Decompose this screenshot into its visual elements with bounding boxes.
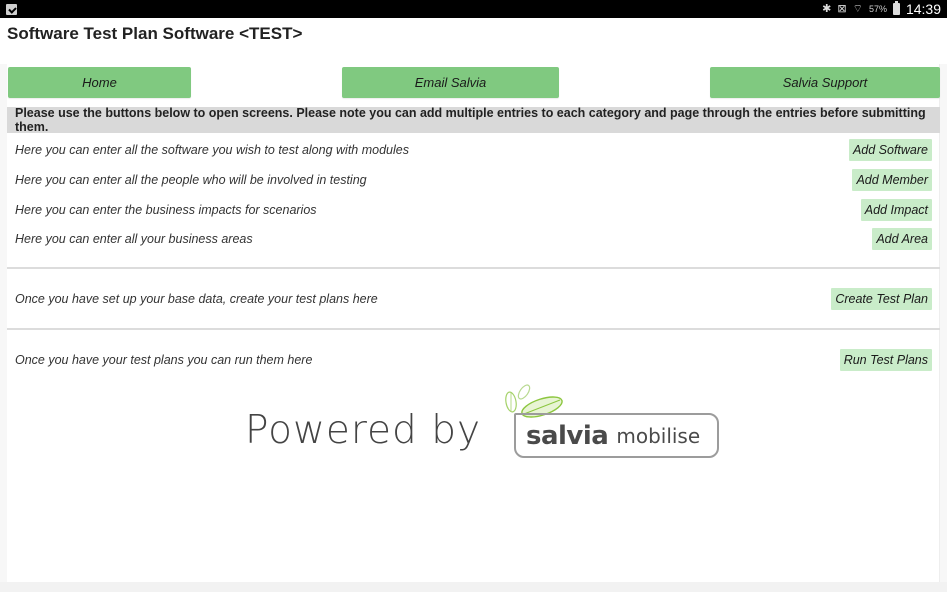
row-description: Here you can enter all the software you … bbox=[15, 143, 409, 157]
row-description: Once you have set up your base data, cre… bbox=[15, 292, 378, 306]
create-test-plan-button[interactable]: Create Test Plan bbox=[831, 288, 932, 310]
row-run-test-plans: Once you have your test plans you can ru… bbox=[7, 347, 940, 373]
row-description: Here you can enter the business impacts … bbox=[15, 203, 317, 217]
frame-right bbox=[940, 64, 947, 582]
row-add-software: Here you can enter all the software you … bbox=[7, 137, 940, 163]
powered-by-logo: Powered by salvia mobilise bbox=[237, 382, 727, 467]
row-description: Here you can enter all your business are… bbox=[15, 232, 253, 246]
powered-by-text: Powered by bbox=[245, 408, 482, 453]
add-impact-button[interactable]: Add Impact bbox=[860, 199, 932, 221]
add-software-button[interactable]: Add Software bbox=[848, 139, 932, 161]
divider bbox=[7, 328, 940, 330]
brand-secondary: mobilise bbox=[616, 423, 701, 448]
app-window: Software Test Plan Software <TEST> Home … bbox=[0, 18, 947, 592]
app-title: Software Test Plan Software <TEST> bbox=[7, 24, 303, 43]
divider bbox=[7, 267, 940, 269]
email-salvia-button[interactable]: Email Salvia bbox=[342, 67, 559, 98]
clock: 14:39 bbox=[905, 1, 941, 17]
status-bar: ✱ ⊠ ⌔ 57% 14:39 bbox=[0, 0, 947, 18]
wifi-icon: ⌔ bbox=[852, 2, 863, 15]
battery-icon bbox=[892, 1, 900, 15]
frame-left bbox=[0, 64, 7, 582]
run-test-plans-button[interactable]: Run Test Plans bbox=[839, 349, 932, 371]
home-button[interactable]: Home bbox=[8, 67, 191, 98]
main-content: Home Email Salvia Salvia Support Please … bbox=[7, 64, 940, 582]
row-add-impact: Here you can enter the business impacts … bbox=[7, 197, 940, 223]
vibrate-mute-icon: ⊠ bbox=[837, 2, 847, 15]
brand-primary: salvia bbox=[526, 420, 609, 451]
clipboard-check-icon bbox=[6, 3, 17, 15]
frame-bottom bbox=[0, 582, 947, 592]
bluetooth-icon: ✱ bbox=[822, 2, 832, 15]
salvia-mobilise-logo: salvia mobilise bbox=[514, 413, 719, 458]
info-banner: Please use the buttons below to open scr… bbox=[7, 106, 940, 134]
battery-percent: 57% bbox=[868, 4, 887, 14]
row-create-test-plan: Once you have set up your base data, cre… bbox=[7, 286, 940, 312]
row-description: Once you have your test plans you can ru… bbox=[15, 353, 313, 367]
add-area-button[interactable]: Add Area bbox=[872, 228, 932, 250]
add-member-button[interactable]: Add Member bbox=[852, 169, 932, 191]
row-add-area: Here you can enter all your business are… bbox=[7, 226, 940, 252]
row-description: Here you can enter all the people who wi… bbox=[15, 173, 367, 187]
salvia-support-button[interactable]: Salvia Support bbox=[710, 67, 940, 98]
row-add-member: Here you can enter all the people who wi… bbox=[7, 167, 940, 193]
